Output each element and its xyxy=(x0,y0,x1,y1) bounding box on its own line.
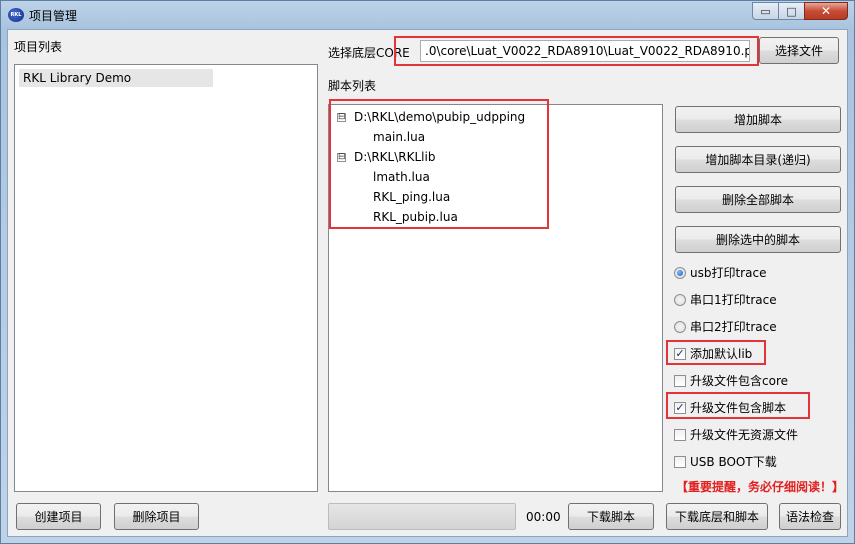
project-manager-window: RKL 项目管理 ▭ □ ✕ 项目列表 RKL Library Demo 选择底… xyxy=(0,0,855,544)
checkbox-label: 添加默认lib xyxy=(690,347,753,361)
close-icon: ✕ xyxy=(820,4,832,18)
core-path-input[interactable]: .0\core\Luat_V0022_RDA8910\Luat_V0022_RD… xyxy=(420,40,750,62)
maximize-button[interactable]: □ xyxy=(778,2,804,20)
radio-unchecked-icon[interactable] xyxy=(674,294,686,306)
add-script-dir-button[interactable]: 增加脚本目录(递归) xyxy=(675,146,841,173)
tree-node-file[interactable]: main.lua xyxy=(373,127,425,147)
download-script-button[interactable]: 下载脚本 xyxy=(568,503,654,530)
syntax-check-button[interactable]: 语法检查 xyxy=(779,503,841,530)
download-core-and-script-button[interactable]: 下载底层和脚本 xyxy=(666,503,768,530)
script-list-label: 脚本列表 xyxy=(328,79,377,93)
add-script-button[interactable]: 增加脚本 xyxy=(675,106,841,133)
client-area: 项目列表 RKL Library Demo 选择底层CORE .0\core\L… xyxy=(7,29,848,537)
checkbox-checked-icon[interactable]: ✓ xyxy=(674,402,686,414)
checkbox-unchecked-icon[interactable] xyxy=(674,456,686,468)
close-button[interactable]: ✕ xyxy=(804,2,848,20)
checkbox-label: 升级文件包含core xyxy=(690,374,788,388)
checkbox-label: 升级文件无资源文件 xyxy=(690,428,799,442)
window-controls: ▭ □ ✕ xyxy=(752,2,848,21)
app-logo-icon: RKL xyxy=(8,8,24,22)
remove-all-scripts-button[interactable]: 删除全部脚本 xyxy=(675,186,841,213)
tree-node-file[interactable]: lmath.lua xyxy=(373,167,430,187)
minimize-button[interactable]: ▭ xyxy=(752,2,778,20)
checkbox-label: 升级文件包含脚本 xyxy=(690,401,787,415)
select-file-button[interactable]: 选择文件 xyxy=(759,37,839,64)
checkbox-unchecked-icon[interactable] xyxy=(674,375,686,387)
download-progress-bar xyxy=(328,503,516,530)
create-project-button[interactable]: 创建项目 xyxy=(16,503,101,530)
tree-node-file[interactable]: RKL_pubip.lua xyxy=(373,207,458,227)
radio-unchecked-icon[interactable] xyxy=(674,321,686,333)
radio-label: 串口2打印trace xyxy=(690,320,777,334)
minimize-icon: ▭ xyxy=(760,4,771,18)
delete-project-button[interactable]: 删除项目 xyxy=(114,503,199,530)
collapse-icon[interactable]: ⊟ xyxy=(337,153,346,162)
project-listbox[interactable]: RKL Library Demo xyxy=(14,64,318,492)
project-list-item[interactable]: RKL Library Demo xyxy=(19,69,213,87)
radio-label: 串口1打印trace xyxy=(690,293,777,307)
elapsed-timer: 00:00 xyxy=(526,510,561,524)
tree-node-label: D:\RKL\RKLlib xyxy=(354,150,436,164)
radio-label: usb打印trace xyxy=(690,266,767,280)
important-notice-link[interactable]: 【重要提醒，务必仔细阅读！】 xyxy=(676,478,844,495)
tree-node-label: D:\RKL\demo\pubip_udpping xyxy=(354,110,526,124)
script-tree[interactable]: ⊟ D:\RKL\demo\pubip_udpping main.lua ⊟ D… xyxy=(328,104,663,492)
project-list-label: 项目列表 xyxy=(14,40,63,54)
radio-checked-icon[interactable] xyxy=(674,267,686,279)
checkbox-unchecked-icon[interactable] xyxy=(674,429,686,441)
title-bar[interactable]: RKL 项目管理 ▭ □ ✕ xyxy=(1,1,854,29)
window-title: 项目管理 xyxy=(29,9,78,23)
remove-selected-script-button[interactable]: 删除选中的脚本 xyxy=(675,226,841,253)
checkbox-checked-icon[interactable]: ✓ xyxy=(674,348,686,360)
core-label: 选择底层CORE xyxy=(328,46,410,60)
maximize-icon: □ xyxy=(786,4,797,18)
checkbox-label: USB BOOT下载 xyxy=(690,455,777,469)
collapse-icon[interactable]: ⊟ xyxy=(337,113,346,122)
tree-node-file[interactable]: RKL_ping.lua xyxy=(373,187,450,207)
